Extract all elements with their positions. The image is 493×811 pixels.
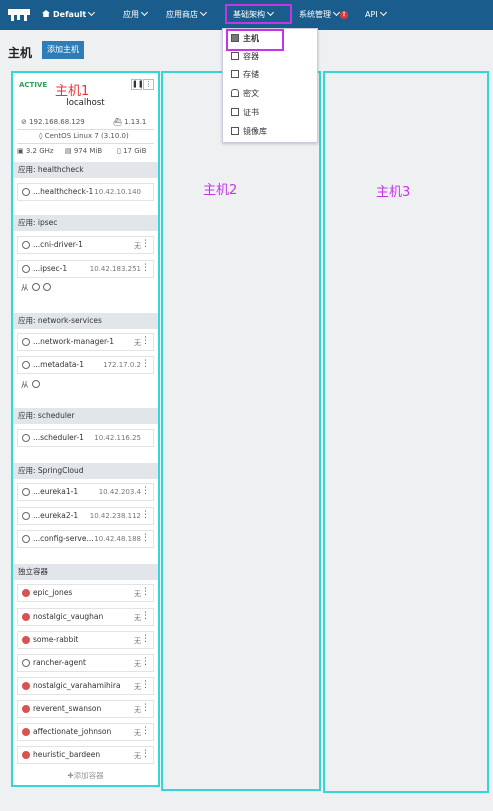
host3-outline <box>323 71 489 793</box>
nav-apps-label: 应用 <box>123 10 139 19</box>
environment-switcher[interactable]: Default <box>42 0 96 30</box>
nav-api[interactable]: API <box>365 0 387 30</box>
host2-outline <box>161 71 321 791</box>
add-host-button[interactable]: 添加主机 <box>42 41 84 59</box>
menu-item-label: 证书 <box>243 108 259 117</box>
alert-icon: ! <box>340 11 348 19</box>
menu-item-certificates[interactable]: 证书 <box>231 106 259 120</box>
nav-admin[interactable]: 系统管理! <box>299 0 348 30</box>
nav-apps[interactable]: 应用 <box>123 0 149 30</box>
registry-icon <box>231 127 239 135</box>
storage-icon <box>231 70 239 78</box>
menu-item-registries[interactable]: 镜像库 <box>231 125 267 139</box>
host1-outline <box>11 71 160 787</box>
nav-catalog-label: 应用商店 <box>166 10 198 19</box>
menu-item-secrets[interactable]: 密文 <box>231 87 259 101</box>
menu-item-storage[interactable]: 存储 <box>231 68 259 82</box>
page-title: 主机 <box>8 46 33 60</box>
highlight-box-infrastructure <box>225 4 292 24</box>
menu-item-containers[interactable]: 容器 <box>231 50 259 64</box>
menu-item-hosts[interactable]: 主机 <box>231 32 259 46</box>
home-icon <box>42 10 50 17</box>
chevron-down-icon <box>140 8 149 17</box>
menu-item-label: 容器 <box>243 52 259 61</box>
menu-item-label: 密文 <box>243 89 259 98</box>
nav-admin-label: 系统管理 <box>299 10 331 19</box>
environment-label: Default <box>53 10 87 19</box>
chevron-down-icon <box>379 8 387 17</box>
chevron-down-icon <box>88 8 96 17</box>
menu-item-label: 存储 <box>243 70 259 79</box>
nav-catalog[interactable]: 应用商店 <box>166 0 208 30</box>
certificate-icon <box>231 108 239 116</box>
infrastructure-dropdown: 主机 容器 存储 密文 证书 镜像库 <box>222 28 318 143</box>
host2-annotation: 主机2 <box>203 183 238 198</box>
chevron-down-icon <box>332 8 341 17</box>
menu-item-label: 主机 <box>243 34 259 43</box>
host-icon <box>231 34 239 42</box>
container-icon <box>231 52 239 60</box>
nav-api-label: API <box>365 10 378 19</box>
chevron-down-icon <box>199 8 208 17</box>
rancher-logo-icon[interactable] <box>8 9 30 21</box>
host3-annotation: 主机3 <box>376 185 411 200</box>
secret-icon <box>231 89 239 97</box>
menu-item-label: 镜像库 <box>243 127 267 136</box>
host1-annotation: 主机1 <box>55 84 90 99</box>
